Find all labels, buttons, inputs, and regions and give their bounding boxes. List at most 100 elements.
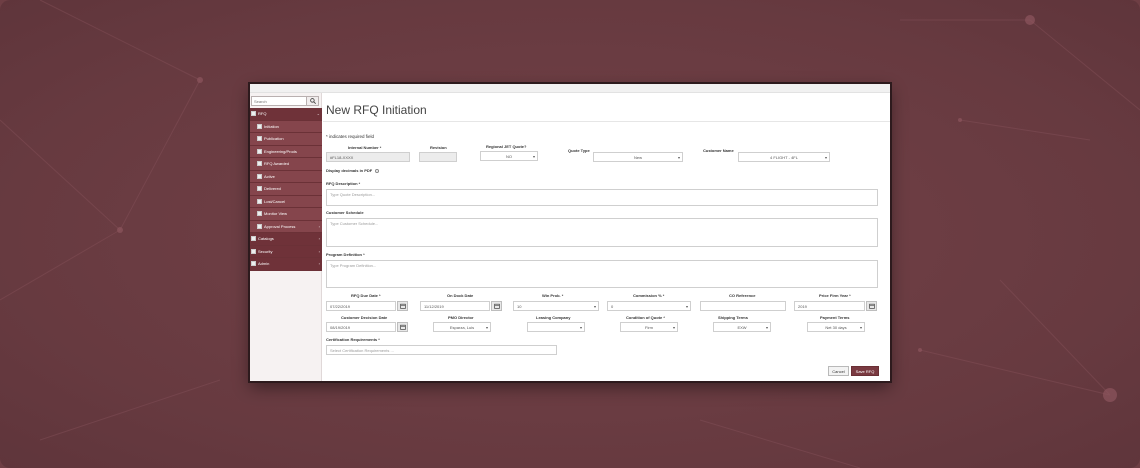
- commission-select[interactable]: 0 ▾: [607, 301, 691, 311]
- chevron-down-icon: ▾: [859, 325, 862, 330]
- sidebar-item-delivered[interactable]: Delivered: [250, 183, 322, 196]
- top-bar: [250, 84, 890, 93]
- shipping-terms-select[interactable]: EXW ▾: [713, 322, 771, 332]
- regional-jet-select[interactable]: NO ▾: [480, 151, 538, 161]
- commission-label: Commission % *: [633, 293, 665, 298]
- sidebar-item-initiation[interactable]: Initiation: [250, 120, 322, 133]
- sidebar-item-label: RFQ: [258, 111, 267, 117]
- on-dock-date-field[interactable]: 11/12/2019: [420, 301, 490, 311]
- customer-decision-date-field[interactable]: 08/19/2019: [326, 322, 396, 332]
- chevron-down-icon: ▾: [685, 304, 688, 309]
- lock-icon: [251, 248, 256, 254]
- customer-decision-date-value: 08/19/2019: [330, 324, 351, 330]
- sidebar-item-security[interactable]: Security ›: [250, 245, 322, 258]
- sidebar-item-lost-cancel[interactable]: Lost/Cancel: [250, 195, 322, 208]
- search-input[interactable]: [251, 96, 307, 106]
- win-prob-select[interactable]: 10 ▾: [513, 301, 599, 311]
- sidebar-item-publication[interactable]: Publication: [250, 133, 322, 146]
- document-icon: [257, 123, 262, 129]
- sidebar-item-label: Engineering/Prods: [264, 148, 297, 154]
- sidebar-item-monitor-view[interactable]: Monitor View: [250, 208, 322, 221]
- price-firm-year-field[interactable]: 2019: [794, 301, 865, 311]
- customer-schedule-textarea[interactable]: Type Customer Schedule...: [326, 218, 878, 247]
- certification-select[interactable]: Select Certification Requirements ...: [326, 345, 557, 355]
- sidebar-item-label: RFQ Awarded: [264, 161, 290, 167]
- calendar-icon: [399, 324, 406, 330]
- customer-schedule-label: Customer Schedule: [326, 210, 364, 215]
- document-icon: [257, 173, 262, 179]
- chevron-down-icon: ▾: [765, 325, 768, 330]
- rfq-description-label: RFQ Description *: [326, 181, 361, 186]
- cancel-button[interactable]: Cancel: [828, 366, 849, 376]
- condition-of-quote-label: Condition of Quote *: [626, 315, 665, 320]
- search-icon: [309, 98, 316, 104]
- sidebar-item-active[interactable]: Active: [250, 170, 322, 183]
- sidebar-item-label: Lost/Cancel: [264, 198, 286, 204]
- customer-name-select[interactable]: 4 FLIGHT - 4FL ▾: [738, 152, 830, 162]
- chevron-down-icon: ⌄: [316, 111, 320, 116]
- customer-schedule-placeholder: Type Customer Schedule...: [330, 221, 379, 226]
- program-definition-textarea[interactable]: Type Program Definition...: [326, 260, 878, 288]
- sidebar-item-label: Publication: [264, 136, 284, 142]
- sidebar: RFQ ⌄ Initiation Publication Engineering/…: [250, 93, 322, 381]
- chevron-down-icon: ▾: [485, 325, 488, 330]
- sidebar-item-label: Security: [258, 248, 273, 254]
- shipping-terms-label: Shipping Terms: [718, 315, 748, 320]
- quote-type-select[interactable]: New ▾: [593, 152, 683, 162]
- revision-field[interactable]: [419, 152, 457, 162]
- customer-name-value: 4 FLIGHT - 4FL: [770, 154, 798, 160]
- payment-terms-select[interactable]: Net 30 days ▾: [807, 322, 865, 332]
- calendar-icon: [493, 303, 500, 309]
- sidebar-item-approval-process[interactable]: Approval Process ›: [250, 220, 322, 233]
- sidebar-item-label: Catalogs: [258, 236, 274, 242]
- document-icon: [257, 198, 262, 204]
- chevron-down-icon: ▾: [824, 155, 827, 160]
- rfq-due-date-field[interactable]: 07/22/2019: [326, 301, 396, 311]
- co-reference-field[interactable]: [700, 301, 786, 311]
- sidebar-item-rfq[interactable]: RFQ ⌄: [250, 108, 322, 121]
- revision-label: Revision: [430, 145, 447, 150]
- chevron-right-icon: ›: [318, 236, 320, 241]
- sidebar-search: [251, 96, 320, 106]
- calendar-button[interactable]: [866, 301, 877, 311]
- page-title: New RFQ Initiation: [326, 103, 427, 117]
- customer-decision-date-label: Customer Decision Date: [341, 315, 388, 320]
- internal-number-field[interactable]: #FL18-XXXX: [326, 152, 410, 162]
- sidebar-item-label: Admin: [258, 261, 270, 267]
- sidebar-item-catalogs[interactable]: Catalogs ›: [250, 233, 322, 246]
- on-dock-date-label: On Dock Date: [447, 293, 474, 298]
- chevron-right-icon: ›: [318, 248, 320, 254]
- rfq-description-textarea[interactable]: Type Quote Description...: [326, 189, 878, 206]
- pmo-director-select[interactable]: Esparza, Luis ▾: [433, 322, 491, 332]
- rfq-description-placeholder: Type Quote Description...: [330, 192, 376, 197]
- divider: [323, 121, 890, 122]
- sidebar-item-label: Approval Process: [264, 223, 296, 229]
- sidebar-item-rfq-awarded[interactable]: RFQ Awarded: [250, 158, 322, 171]
- calendar-button[interactable]: [491, 301, 502, 311]
- condition-of-quote-select[interactable]: Firm ▾: [620, 322, 678, 332]
- sidebar-item-admin[interactable]: Admin ›: [250, 258, 322, 271]
- leasing-company-label: Leasing Company: [536, 315, 571, 320]
- search-button[interactable]: [307, 96, 319, 106]
- win-prob-label: Win Prob. *: [542, 293, 564, 298]
- app-window: RFQ ⌄ Initiation Publication Engineering/…: [250, 84, 890, 381]
- certification-placeholder: Select Certification Requirements ...: [330, 347, 394, 353]
- sidebar-item-engineering[interactable]: Engineering/Prods: [250, 145, 322, 158]
- price-firm-year-label: Price Firm Year *: [819, 293, 851, 298]
- certification-label: Certification Requirements *: [326, 337, 380, 342]
- customer-name-label: Customer Name: [703, 148, 734, 153]
- display-decimals-checkbox[interactable]: [375, 168, 380, 173]
- folder-icon: [251, 236, 256, 242]
- leasing-company-select[interactable]: ▾: [527, 322, 585, 332]
- price-firm-year-value: 2019: [798, 303, 807, 309]
- win-prob-value: 10: [517, 303, 522, 309]
- chevron-right-icon: ›: [318, 261, 320, 266]
- calendar-button[interactable]: [397, 322, 408, 332]
- shipping-terms-value: EXW: [737, 324, 747, 330]
- internal-number-label: Internal Number *: [348, 145, 382, 150]
- sidebar-item-label: Delivered: [264, 186, 281, 192]
- sidebar-item-label: Monitor View: [264, 211, 288, 217]
- chevron-down-icon: ▾: [672, 325, 675, 330]
- calendar-button[interactable]: [397, 301, 408, 311]
- save-rfq-button[interactable]: Save RFQ: [851, 366, 879, 376]
